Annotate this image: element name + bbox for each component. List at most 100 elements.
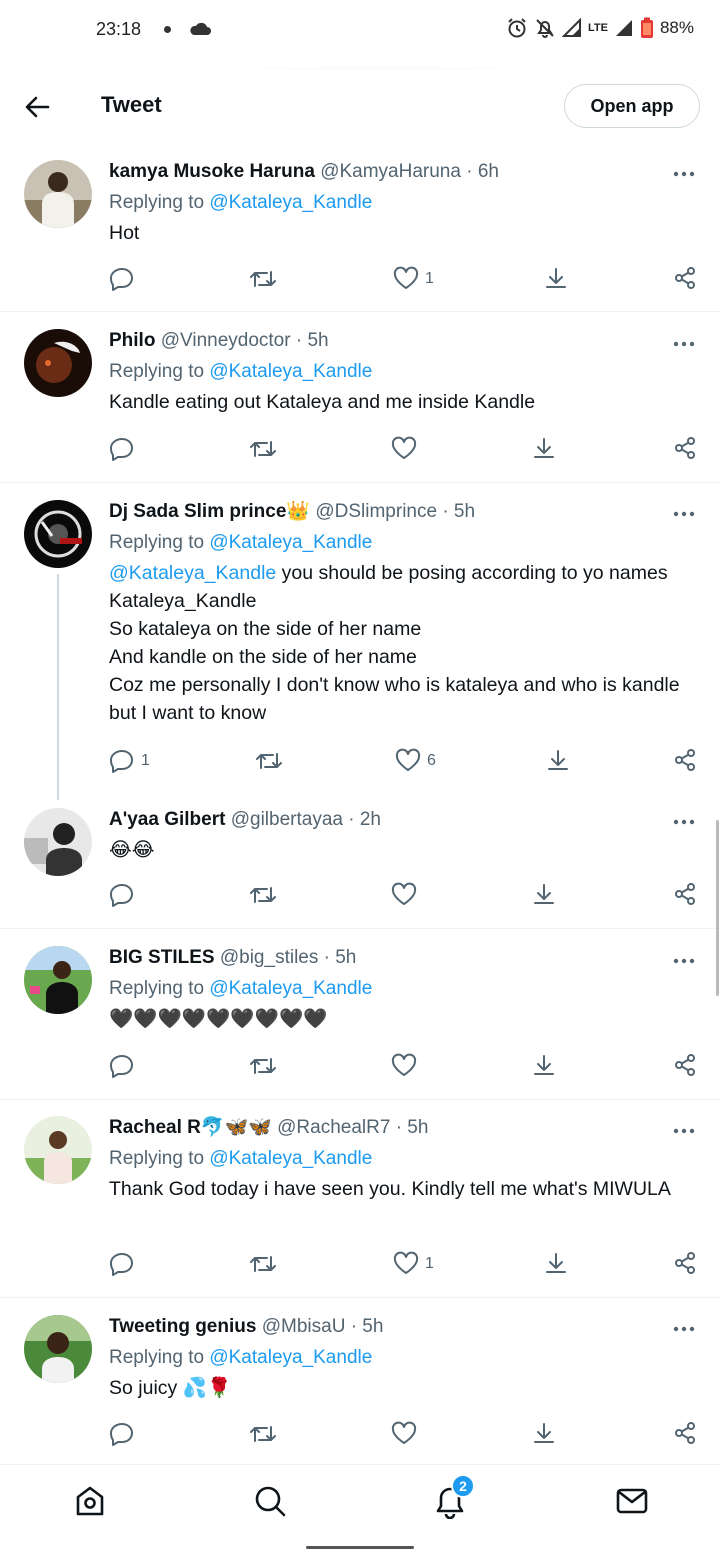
- retweet-button[interactable]: [249, 436, 283, 462]
- retweet-button[interactable]: [249, 1053, 283, 1079]
- reply-button[interactable]: [109, 1053, 141, 1079]
- share-button[interactable]: [673, 266, 697, 290]
- like-icon: [391, 1053, 417, 1076]
- mention-link[interactable]: @Kataleya_Kandle: [209, 978, 372, 999]
- more-icon[interactable]: [672, 510, 696, 518]
- author-handle: @DSlimprince · 5h: [315, 501, 476, 522]
- author-name[interactable]: Philo: [109, 330, 155, 351]
- bookmark-button[interactable]: [543, 266, 569, 292]
- gesture-bar[interactable]: [306, 1546, 414, 1549]
- action-bar: 1 6: [109, 748, 697, 778]
- tweet-card[interactable]: BIG STILES @big_stiles · 5h Replying to …: [0, 930, 720, 1100]
- page-title: Tweet: [101, 92, 162, 117]
- scrollbar[interactable]: [716, 820, 719, 996]
- retweet-button[interactable]: [249, 1251, 283, 1277]
- retweet-icon: [250, 887, 276, 903]
- reply-button[interactable]: [109, 1251, 141, 1277]
- bookmark-button[interactable]: [531, 436, 557, 462]
- tweet-header: A'yaa Gilbert @gilbertayaa · 2h: [109, 808, 696, 832]
- share-icon: [675, 1054, 695, 1076]
- reply-button[interactable]: [109, 436, 141, 462]
- share-button[interactable]: [673, 748, 697, 772]
- tweet-header: Dj Sada Slim prince👑 @DSlimprince · 5h: [109, 500, 696, 524]
- avatar[interactable]: [24, 808, 92, 876]
- like-button[interactable]: 6: [395, 748, 436, 774]
- avatar[interactable]: [24, 160, 92, 228]
- text-mention-link[interactable]: @Kataleya_Kandle: [109, 562, 276, 584]
- avatar[interactable]: [24, 1315, 92, 1383]
- like-button[interactable]: 1: [393, 266, 434, 292]
- tweet-card[interactable]: Dj Sada Slim prince👑 @DSlimprince · 5h R…: [0, 484, 720, 800]
- like-button[interactable]: [391, 436, 423, 462]
- author-name[interactable]: kamya Musoke Haruna: [109, 161, 315, 182]
- retweet-button[interactable]: [249, 1421, 283, 1447]
- bookmark-button[interactable]: [545, 748, 571, 774]
- share-button[interactable]: [673, 1421, 697, 1445]
- tweet-card[interactable]: A'yaa Gilbert @gilbertayaa · 2h 😂😂: [0, 794, 720, 929]
- more-icon[interactable]: [672, 1127, 696, 1135]
- more-icon[interactable]: [672, 1325, 696, 1333]
- tweet-card[interactable]: Philo @Vinneydoctor · 5h Replying to @Ka…: [0, 313, 720, 483]
- like-button[interactable]: [391, 882, 423, 908]
- bookmark-button[interactable]: [531, 1053, 557, 1079]
- mention-link[interactable]: @Kataleya_Kandle: [209, 361, 372, 382]
- bookmark-button[interactable]: [531, 882, 557, 908]
- retweet-button[interactable]: [255, 748, 289, 774]
- more-icon[interactable]: [672, 340, 696, 348]
- replying-to: Replying to @Kataleya_Kandle: [109, 1147, 696, 1171]
- reply-button[interactable]: [109, 1421, 141, 1447]
- search-icon[interactable]: [252, 1483, 288, 1519]
- back-arrow-icon[interactable]: [22, 92, 52, 122]
- like-button[interactable]: 1: [393, 1251, 434, 1277]
- avatar[interactable]: [24, 329, 92, 397]
- mention-link[interactable]: @Kataleya_Kandle: [209, 1347, 372, 1368]
- mention-link[interactable]: @Kataleya_Kandle: [209, 192, 372, 213]
- reply-button[interactable]: 1: [109, 748, 150, 774]
- tweet-card[interactable]: Tweeting genius @MbisaU · 5h Replying to…: [0, 1299, 720, 1464]
- share-button[interactable]: [673, 882, 697, 906]
- tweet-card[interactable]: Racheal R🐬🦋🦋 @RachealR7 · 5h Replying to…: [0, 1101, 720, 1298]
- reply-icon: [110, 1423, 133, 1446]
- retweet-icon: [250, 441, 276, 457]
- like-button[interactable]: [391, 1421, 423, 1447]
- more-icon[interactable]: [672, 170, 696, 178]
- mention-link[interactable]: @Kataleya_Kandle: [209, 1148, 372, 1169]
- battery-level: 88%: [659, 18, 694, 37]
- avatar[interactable]: [24, 500, 92, 568]
- share-button[interactable]: [673, 1053, 697, 1077]
- author-name[interactable]: Dj Sada Slim prince👑: [109, 501, 310, 522]
- more-icon[interactable]: [672, 957, 696, 965]
- tweet-header: Philo @Vinneydoctor · 5h: [109, 329, 696, 353]
- lte-label: LTE: [588, 22, 608, 34]
- retweet-button[interactable]: [249, 882, 283, 908]
- author-name[interactable]: Tweeting genius: [109, 1316, 256, 1337]
- like-icon: [391, 436, 417, 459]
- mention-link[interactable]: @Kataleya_Kandle: [209, 532, 372, 553]
- home-icon[interactable]: [72, 1483, 108, 1519]
- messages-icon[interactable]: [614, 1483, 650, 1519]
- author-name[interactable]: Racheal R🐬🦋🦋: [109, 1117, 272, 1138]
- tweet-header: Tweeting genius @MbisaU · 5h: [109, 1315, 696, 1339]
- author-name[interactable]: A'yaa Gilbert: [109, 809, 225, 830]
- action-bar: [109, 1053, 697, 1083]
- reply-button[interactable]: [109, 882, 141, 908]
- status-right: LTE 88%: [506, 17, 694, 39]
- bookmark-button[interactable]: [543, 1251, 569, 1277]
- tweet-card[interactable]: kamya Musoke Haruna @KamyaHaruna · 6h Re…: [0, 144, 720, 312]
- open-app-button[interactable]: Open app: [564, 84, 700, 128]
- like-button[interactable]: [391, 1053, 423, 1079]
- avatar[interactable]: [24, 946, 92, 1014]
- share-button[interactable]: [673, 436, 697, 460]
- share-icon: [675, 1252, 695, 1274]
- author-handle: @KamyaHaruna · 6h: [320, 161, 499, 182]
- more-icon[interactable]: [672, 818, 696, 826]
- share-button[interactable]: [673, 1251, 697, 1275]
- bookmark-button[interactable]: [531, 1421, 557, 1447]
- avatar[interactable]: [24, 1116, 92, 1184]
- retweet-button[interactable]: [249, 266, 283, 292]
- replying-prefix: Replying to: [109, 1347, 210, 1368]
- author-name[interactable]: BIG STILES: [109, 947, 215, 968]
- reply-button[interactable]: [109, 266, 141, 292]
- thread-connector: [57, 574, 59, 800]
- share-icon: [675, 437, 695, 459]
